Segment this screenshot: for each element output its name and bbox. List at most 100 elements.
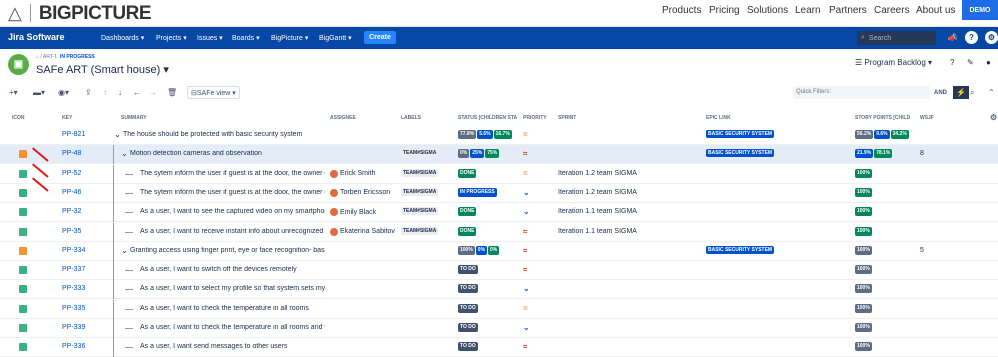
assignee[interactable]: Erick Smith: [330, 169, 375, 178]
lightning-icon[interactable]: ⚡: [953, 86, 969, 99]
issue-key[interactable]: PP-339: [62, 324, 85, 331]
nav-pricing[interactable]: Pricing: [709, 5, 740, 16]
help-icon[interactable]: ?: [965, 31, 978, 44]
bigpicture-logo[interactable]: △ BIGPICTURE: [8, 2, 152, 24]
col-summary[interactable]: SUMMARY: [121, 115, 147, 121]
table-row[interactable]: PP-335 As a user, I want to check the tem…: [0, 299, 998, 319]
table-row[interactable]: PP-821 ⌄ The house should be protected wit…: [0, 126, 998, 145]
issue-key[interactable]: PP-48: [62, 150, 81, 157]
issue-key[interactable]: PP-35: [62, 228, 81, 235]
summary[interactable]: Granting access using finger print, eye …: [130, 247, 325, 254]
project-avatar[interactable]: ▣: [8, 54, 29, 75]
and-toggle[interactable]: AND: [934, 86, 947, 99]
summary[interactable]: As a user, I want to switch off the devi…: [140, 266, 297, 273]
summary[interactable]: As a user, I want to check the temperatu…: [140, 305, 309, 312]
nav-products[interactable]: Products: [662, 5, 701, 16]
col-wsjf[interactable]: WSJF: [920, 115, 934, 121]
epic-link-badge[interactable]: BASIC SECURITY SYSTEM: [706, 130, 775, 138]
assignee[interactable]: Torben Ericsson: [330, 188, 390, 197]
arrow-left-icon[interactable]: ←: [133, 86, 141, 99]
col-icon[interactable]: ICON: [12, 115, 25, 121]
col-status[interactable]: STATUS [CHILDREN STA: [458, 115, 517, 121]
issue-key[interactable]: PP-32: [62, 208, 81, 215]
issue-key[interactable]: PP-337: [62, 266, 85, 273]
summary[interactable]: As a user, I want to check the temperatu…: [140, 324, 325, 331]
user-icon[interactable]: ●: [986, 58, 991, 67]
help-icon[interactable]: ?: [950, 58, 954, 67]
summary[interactable]: The sytem inform the user if guest is at…: [140, 189, 325, 196]
gear-icon[interactable]: ⚙: [990, 113, 997, 122]
arrow-down-icon[interactable]: ↓: [118, 86, 122, 99]
table-row[interactable]: PP-334 ⌄ Granting access using finger prin…: [0, 241, 998, 261]
col-sprint[interactable]: SPRINT: [558, 115, 576, 121]
nav-about[interactable]: About us: [916, 5, 955, 16]
summary[interactable]: As a user, I want to see the captured vi…: [140, 208, 325, 215]
collapse-icon[interactable]: ⌃: [988, 86, 995, 99]
assignee[interactable]: Ekaterina Sabitov: [330, 227, 395, 236]
folder-icon[interactable]: ▬▾: [33, 86, 45, 99]
col-key[interactable]: KEY: [62, 115, 72, 121]
assignee[interactable]: Emily Black: [330, 208, 376, 217]
table-row[interactable]: PP-339 As a user, I want to check the tem…: [0, 319, 998, 338]
status-pill: 0%: [488, 245, 500, 255]
issue-key[interactable]: PP-46: [62, 189, 81, 196]
expand-icon[interactable]: ⌄: [114, 130, 121, 139]
issue-key[interactable]: PP-333: [62, 285, 85, 292]
expand-icon[interactable]: ⌄: [121, 246, 128, 255]
notifications-icon[interactable]: 📣: [946, 31, 959, 44]
expand-icon[interactable]: ⌄: [121, 149, 128, 158]
status-pill: DONE: [458, 168, 477, 178]
page-title[interactable]: SAFe ART (Smart house) ▾: [36, 63, 169, 76]
create-button[interactable]: Create: [364, 31, 396, 44]
quick-filters-input[interactable]: Quick Filters:: [793, 86, 930, 99]
issue-key[interactable]: PP-335: [62, 305, 85, 312]
table-row[interactable]: PP-32 As a user, I want to see the captur…: [0, 203, 998, 223]
safe-view-select[interactable]: ⊟ SAFe view ▾: [187, 86, 240, 99]
table-row[interactable]: PP-336 As a user, I want send messages to…: [0, 338, 998, 357]
eye-icon[interactable]: ◉▾: [58, 86, 69, 99]
epic-link-badge[interactable]: BASIC SECURITY SYSTEM: [706, 245, 775, 254]
col-story-points[interactable]: STORY POINTS [CHILD: [855, 115, 910, 121]
col-priority[interactable]: PRIORITY: [523, 115, 547, 121]
table-row[interactable]: PP-333 As a user, I want to select my pro…: [0, 280, 998, 300]
nav-biggantt[interactable]: BigGantt ▾: [319, 34, 352, 42]
nav-dashboards[interactable]: Dashboards ▾: [101, 34, 144, 42]
nav-solutions[interactable]: Solutions: [747, 5, 788, 16]
wrench-icon[interactable]: ✎: [967, 58, 974, 67]
upload-icon[interactable]: ⇪: [85, 86, 92, 99]
arrow-up-icon[interactable]: ↑: [103, 86, 107, 99]
demo-button[interactable]: DEMO: [962, 0, 998, 20]
arrow-right-icon[interactable]: →: [149, 86, 157, 99]
table-row[interactable]: PP-35 As a user, I want to receive instan…: [0, 222, 998, 242]
nav-bigpicture[interactable]: BigPicture ▾: [271, 34, 308, 42]
trash-icon[interactable]: 🗑: [167, 86, 177, 99]
summary[interactable]: As a user, I want to receive instant inf…: [140, 228, 325, 235]
table-row[interactable]: PP-337 As a user, I want to switch off th…: [0, 261, 998, 281]
epic-link-badge[interactable]: BASIC SECURITY SYSTEM: [706, 149, 775, 158]
nav-careers[interactable]: Careers: [874, 5, 910, 16]
search-icon[interactable]: ⌕: [970, 86, 974, 99]
add-icon[interactable]: +▾: [9, 86, 18, 99]
col-epic-link[interactable]: EPIC LINK: [706, 115, 731, 121]
issue-key[interactable]: PP-52: [62, 170, 81, 177]
summary[interactable]: Motion detection cameras and observation: [130, 150, 262, 157]
table-row[interactable]: PP-52 The sytem inform the user if guest …: [0, 164, 998, 184]
program-backlog-select[interactable]: ☰ Program Backlog ▾: [855, 58, 932, 67]
summary[interactable]: As a user, I want to select my profile s…: [140, 285, 325, 292]
jira-brand[interactable]: Jira Software: [8, 32, 65, 42]
issue-key[interactable]: PP-334: [62, 247, 85, 254]
search-input[interactable]: ⌕ Search: [857, 31, 936, 45]
nav-boards[interactable]: Boards ▾: [232, 34, 260, 42]
summary[interactable]: The sytem inform the user if guest is at…: [140, 170, 325, 177]
nav-partners[interactable]: Partners: [829, 5, 867, 16]
nav-learn[interactable]: Learn: [795, 5, 821, 16]
summary[interactable]: The house should be protected with basic…: [123, 131, 302, 138]
issue-key[interactable]: PP-821: [62, 131, 85, 138]
settings-icon[interactable]: ⚙: [985, 31, 998, 44]
col-labels[interactable]: LABELS: [401, 115, 421, 121]
nav-issues[interactable]: Issues ▾: [197, 34, 223, 42]
table-row[interactable]: PP-46 The sytem inform the user if guest …: [0, 183, 998, 203]
table-row[interactable]: PP-48 ⌄ Motion detection cameras and obser…: [0, 145, 998, 165]
nav-projects[interactable]: Projects ▾: [156, 34, 187, 42]
col-assignee[interactable]: ASSIGNEE: [330, 115, 356, 121]
